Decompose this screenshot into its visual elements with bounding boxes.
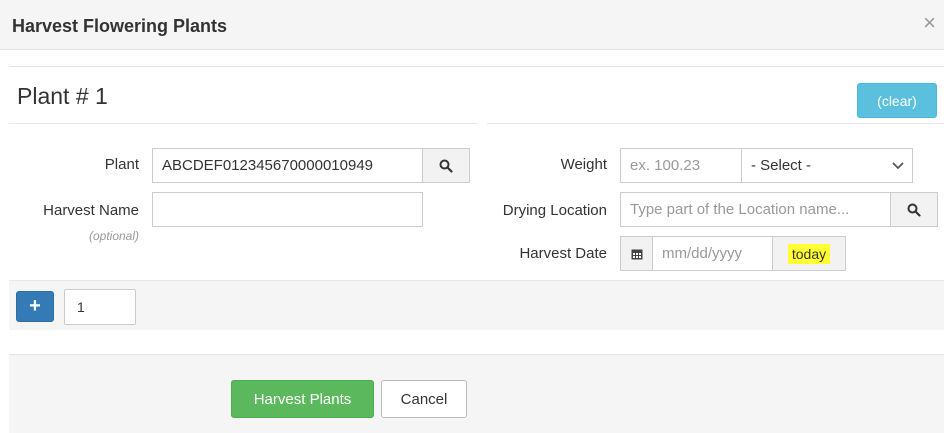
plant-input[interactable]: ABCDEF012345670000010949 bbox=[152, 148, 423, 183]
plant-title: Plant # 1 bbox=[17, 83, 108, 109]
modal-title: Harvest Flowering Plants bbox=[12, 16, 228, 36]
harvest-name-optional: (optional) bbox=[88, 229, 139, 243]
weight-input[interactable]: ex. 100.23 bbox=[620, 148, 742, 183]
weight-label: Weight bbox=[560, 156, 607, 173]
search-icon bbox=[439, 159, 453, 173]
harvest-date-input[interactable]: mm/dd/yyyy bbox=[652, 236, 773, 271]
modal-header: Harvest Flowering Plants × bbox=[0, 0, 944, 50]
modal-footer: Harvest Plants Cancel bbox=[9, 354, 944, 433]
plant-count-input[interactable]: 1 bbox=[64, 289, 136, 325]
chevron-down-icon bbox=[892, 161, 904, 169]
search-button[interactable] bbox=[422, 148, 470, 183]
calendar-icon bbox=[631, 249, 642, 259]
drying-location-label: Drying Location bbox=[502, 202, 607, 219]
today-label: today bbox=[787, 243, 831, 264]
calendar-button[interactable] bbox=[620, 236, 653, 271]
plant-label: Plant bbox=[104, 156, 139, 173]
harvest-date-label: Harvest Date bbox=[519, 245, 607, 262]
harvest-plants-button[interactable]: Harvest Plants bbox=[231, 380, 374, 418]
divider bbox=[9, 123, 477, 124]
weight-unit-value: - Select - bbox=[751, 157, 812, 174]
divider bbox=[487, 123, 944, 124]
plant-count-bar: + 1 bbox=[9, 280, 944, 330]
add-plant-button[interactable]: + bbox=[16, 291, 54, 322]
drying-location-input[interactable]: Type part of the Location name... bbox=[620, 192, 891, 227]
clear-button[interactable]: (clear) bbox=[857, 83, 937, 118]
weight-unit-select[interactable]: - Select - bbox=[741, 148, 913, 183]
cancel-button[interactable]: Cancel bbox=[381, 380, 467, 418]
search-icon bbox=[907, 203, 921, 217]
harvest-name-input[interactable] bbox=[152, 192, 423, 227]
harvest-name-label: Harvest Name bbox=[43, 202, 139, 219]
close-icon[interactable]: × bbox=[923, 12, 936, 34]
location-search-button[interactable] bbox=[890, 192, 938, 227]
today-button[interactable]: today bbox=[772, 236, 846, 271]
